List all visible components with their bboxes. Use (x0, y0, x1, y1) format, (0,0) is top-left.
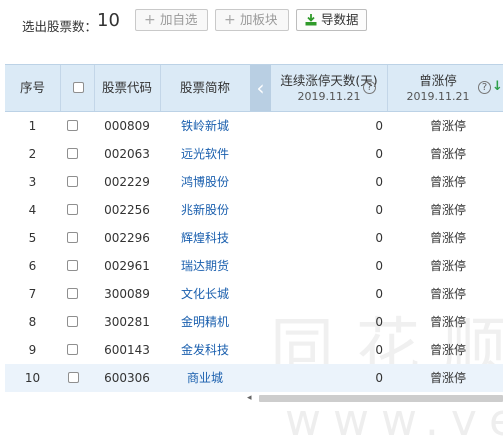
limit-up-days: 0 (375, 119, 383, 133)
stock-name-link[interactable]: 商业城 (161, 364, 249, 392)
stock-code: 002296 (104, 231, 150, 245)
limit-up-days: 0 (375, 203, 383, 217)
table-row[interactable]: 7 300089 文化长城 0 曾涨停 (5, 280, 503, 308)
stock-name-link[interactable]: 铁岭新城 (161, 112, 249, 140)
table-row[interactable]: 3 002229 鸿博股份 0 曾涨停 (5, 168, 503, 196)
limit-up-days: 0 (375, 315, 383, 329)
export-data-button[interactable]: 导数据 (296, 9, 367, 31)
header-code[interactable]: 股票代码 (94, 65, 160, 111)
stock-code: 000809 (104, 119, 150, 133)
row-index: 4 (28, 203, 37, 217)
scrollbar-thumb[interactable] (259, 395, 503, 402)
table-header: 序号 股票代码 股票简称 ‹ 连续涨停天数(天) 2019.11.21 ? 曾涨… (5, 64, 503, 112)
stock-name-link[interactable]: 兆新股份 (161, 196, 249, 224)
stock-name-link[interactable]: 金明精机 (161, 308, 249, 336)
table-row[interactable]: 9 600143 金发科技 0 曾涨停 (5, 336, 503, 364)
stock-name-link[interactable]: 辉煌科技 (161, 224, 249, 252)
limit-up-days: 0 (375, 175, 383, 189)
scroll-left-button[interactable]: ‹ (250, 65, 271, 111)
table-row[interactable]: 10 600306 商业城 0 曾涨停 (5, 364, 503, 392)
stock-name-link[interactable]: 远光软件 (161, 140, 249, 168)
row-index: 10 (24, 371, 41, 385)
sort-arrows-icon[interactable]: ↓ (492, 79, 503, 94)
chevron-left-icon: ‹ (256, 76, 265, 100)
row-checkbox[interactable] (67, 232, 78, 243)
stock-code: 002961 (104, 259, 150, 273)
question-circle-icon[interactable]: ? (363, 81, 376, 94)
table-row[interactable]: 5 002296 辉煌科技 0 曾涨停 (5, 224, 503, 252)
question-circle-icon[interactable]: ? (478, 81, 491, 94)
plus-icon: + (224, 12, 236, 28)
row-checkbox[interactable] (67, 120, 78, 131)
row-checkbox[interactable] (67, 176, 78, 187)
row-checkbox[interactable] (67, 344, 78, 355)
stock-code: 300281 (104, 315, 150, 329)
once-limit-up: 曾涨停 (429, 371, 466, 385)
once-limit-up: 曾涨停 (429, 315, 466, 329)
limit-up-days: 0 (375, 147, 383, 161)
stock-code: 300089 (104, 287, 150, 301)
header-index: 序号 (19, 80, 45, 95)
scroll-left-arrow-icon[interactable]: ◂ (247, 393, 252, 404)
add-to-block-label: 加板块 (240, 12, 278, 27)
header-reason-date: 2019.11.21 (406, 90, 470, 103)
limit-up-days: 0 (375, 371, 383, 385)
once-limit-up: 曾涨停 (429, 259, 466, 273)
once-limit-up: 曾涨停 (429, 203, 466, 217)
limit-up-days: 0 (375, 343, 383, 357)
row-checkbox[interactable] (67, 288, 78, 299)
row-index: 5 (28, 231, 37, 245)
row-index: 7 (28, 287, 37, 301)
row-index: 3 (28, 175, 37, 189)
once-limit-up: 曾涨停 (429, 343, 466, 357)
table-row[interactable]: 2 002063 远光软件 0 曾涨停 (5, 140, 503, 168)
row-checkbox[interactable] (67, 316, 78, 327)
once-limit-up: 曾涨停 (429, 147, 466, 161)
row-index: 8 (28, 315, 37, 329)
row-index: 1 (28, 119, 37, 133)
plus-icon: + (144, 12, 156, 28)
stock-name-link[interactable]: 金发科技 (161, 336, 249, 364)
stock-name-link[interactable]: 文化长城 (161, 280, 249, 308)
row-checkbox[interactable] (68, 372, 79, 383)
once-limit-up: 曾涨停 (429, 287, 466, 301)
stock-name-link[interactable]: 鸿博股份 (161, 168, 249, 196)
header-once-limit-up[interactable]: 曾涨停 2019.11.21 (387, 65, 489, 111)
row-checkbox[interactable] (67, 260, 78, 271)
table-row[interactable]: 6 002961 瑞达期货 0 曾涨停 (5, 252, 503, 280)
add-to-block-button[interactable]: + 加板块 (215, 9, 289, 31)
once-limit-up: 曾涨停 (429, 175, 466, 189)
row-checkbox[interactable] (67, 148, 78, 159)
limit-up-days: 0 (375, 259, 383, 273)
table-body: 同花顺 www.ve 1000809铁岭新城0曾涨停2002063远光软件0曾涨… (5, 112, 503, 446)
once-limit-up: 曾涨停 (429, 119, 466, 133)
horizontal-scrollbar[interactable]: ◂ (245, 393, 503, 404)
selected-count-label: 选出股票数： (22, 19, 98, 34)
stock-code: 002063 (104, 147, 150, 161)
table-row[interactable]: 4 002256 兆新股份 0 曾涨停 (5, 196, 503, 224)
stock-code: 002229 (104, 175, 150, 189)
export-data-label: 导数据 (321, 12, 359, 27)
row-checkbox[interactable] (67, 204, 78, 215)
add-to-watchlist-label: 加自选 (160, 12, 198, 27)
selected-count-value: 10 (97, 10, 120, 31)
select-all-checkbox[interactable] (73, 82, 84, 93)
stock-code: 002256 (104, 203, 150, 217)
stock-name-link[interactable]: 瑞达期货 (161, 252, 249, 280)
limit-up-days: 0 (375, 287, 383, 301)
stock-code: 600143 (104, 343, 150, 357)
stock-code: 600306 (104, 371, 150, 385)
header-name[interactable]: 股票简称 (161, 65, 249, 111)
table-row[interactable]: 1 000809 铁岭新城 0 曾涨停 (5, 112, 503, 140)
limit-up-days: 0 (375, 231, 383, 245)
row-index: 6 (28, 259, 37, 273)
add-to-watchlist-button[interactable]: + 加自选 (135, 9, 208, 31)
download-icon (305, 10, 317, 26)
once-limit-up: 曾涨停 (429, 231, 466, 245)
header-reason-label: 曾涨停 (419, 73, 457, 88)
toolbar: 选出股票数： 10 + 加自选 + 加板块 导数据 (0, 0, 503, 62)
row-index: 2 (28, 147, 37, 161)
table-row[interactable]: 8 300281 金明精机 0 曾涨停 (5, 308, 503, 336)
row-index: 9 (28, 343, 37, 357)
